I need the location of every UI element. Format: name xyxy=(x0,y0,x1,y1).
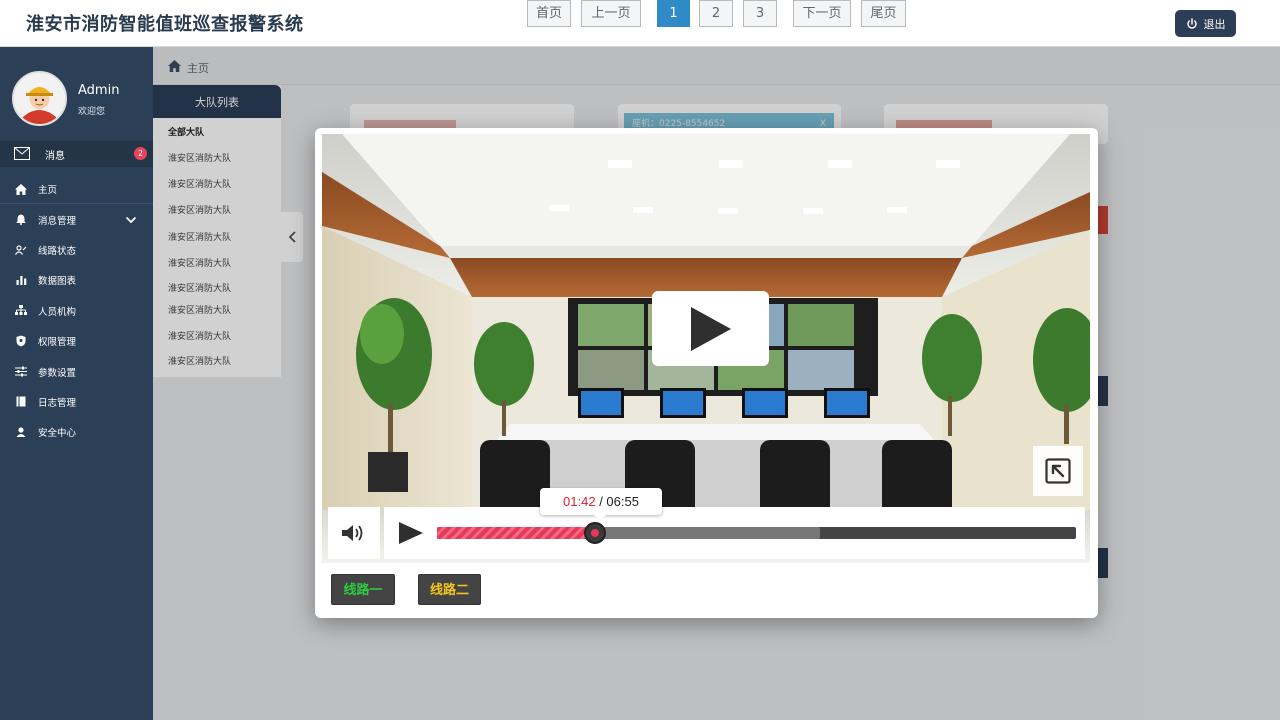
logout-button[interactable]: 退出 xyxy=(1175,10,1236,37)
sidebar-item-message-management[interactable]: 消息管理 xyxy=(0,204,153,234)
sidebar-item-label: 线路状态 xyxy=(38,245,77,257)
current-time: 01:42 xyxy=(563,494,596,509)
messages-count-badge: 2 xyxy=(134,147,147,160)
power-icon xyxy=(1186,17,1197,29)
play-icon xyxy=(690,306,731,351)
sidebar-item-label: 人员机构 xyxy=(38,306,77,318)
user-icon xyxy=(15,426,27,438)
time-separator: / xyxy=(595,494,607,509)
org-icon xyxy=(15,305,27,317)
sidebar-item-label: 参数设置 xyxy=(38,367,77,379)
video-frame[interactable]: 01:42 / 06:55 xyxy=(322,134,1090,563)
chevron-down-icon xyxy=(125,216,137,223)
sidebar-item-label: 日志管理 xyxy=(38,397,77,409)
sidebar-item-label: 安全中心 xyxy=(38,428,77,440)
sidebar-item-parameters[interactable]: 参数设置 xyxy=(0,356,153,386)
messages-item[interactable]: 消息 2 xyxy=(0,141,153,167)
logout-label: 退出 xyxy=(1203,17,1226,31)
next-page-button[interactable]: 下一页 xyxy=(793,0,851,27)
sidebar-item-home[interactable]: 主页 xyxy=(0,174,153,205)
bell-icon xyxy=(15,214,27,226)
big-play-button[interactable] xyxy=(652,291,769,366)
sidebar-item-logs[interactable]: 日志管理 xyxy=(0,387,153,417)
page-button[interactable]: 3 xyxy=(743,0,777,27)
sidebar-item-personnel[interactable]: 人员机构 xyxy=(0,296,153,326)
sliders-icon xyxy=(15,366,27,378)
line-two-button[interactable]: 线路二 xyxy=(418,574,481,605)
last-page-button[interactable]: 尾页 xyxy=(861,0,906,27)
sidebar-item-security[interactable]: 安全中心 xyxy=(0,417,153,447)
total-time: 06:55 xyxy=(606,494,639,509)
volume-button[interactable] xyxy=(328,507,380,559)
sidebar-item-label: 权限管理 xyxy=(38,337,77,349)
video-player-modal: 01:42 / 06:55 线路一 线路二 xyxy=(315,128,1098,618)
log-icon xyxy=(15,396,27,408)
sidebar-menu: 主页 消息管理 线路状态 数据图表 人员机构 权限管理 参数设置 日志管理 安全… xyxy=(0,174,153,448)
progress-track[interactable] xyxy=(437,522,1076,544)
user-name: Admin xyxy=(78,83,120,98)
bar-chart-icon xyxy=(15,274,27,286)
prev-page-button[interactable]: 上一页 xyxy=(581,0,641,27)
sidebar-item-permissions[interactable]: 权限管理 xyxy=(0,326,153,356)
sidebar-item-line-status[interactable]: 线路状态 xyxy=(0,235,153,265)
line-one-button[interactable]: 线路一 xyxy=(331,574,395,605)
shield-icon xyxy=(15,335,27,347)
sidebar-item-data-charts[interactable]: 数据图表 xyxy=(0,265,153,295)
play-pause-button[interactable] xyxy=(398,521,424,545)
sidebar-item-label: 主页 xyxy=(38,185,58,197)
page-button[interactable]: 1 xyxy=(657,0,690,27)
avatar[interactable] xyxy=(12,71,67,126)
progress-scrubber-handle[interactable] xyxy=(583,522,606,544)
page-button[interactable]: 2 xyxy=(699,0,733,27)
played-bar xyxy=(437,527,595,539)
exit-fullscreen-button[interactable] xyxy=(1033,446,1083,496)
sidebar-item-label: 数据图表 xyxy=(38,276,77,288)
sidebar: Admin 欢迎您 消息 2 主页 消息管理 线路状态 数据图表 人员机构 权限… xyxy=(0,47,153,720)
time-tooltip: 01:42 / 06:55 xyxy=(540,488,662,521)
messages-label: 消息 xyxy=(45,151,65,162)
welcome-text: 欢迎您 xyxy=(78,107,106,117)
first-page-button[interactable]: 首页 xyxy=(527,0,571,27)
firefighter-avatar-icon xyxy=(14,73,65,124)
envelope-icon xyxy=(14,147,30,160)
user-profile: Admin 欢迎您 xyxy=(12,71,152,127)
scrubber-dot xyxy=(590,529,599,537)
playback-controls xyxy=(384,507,1085,559)
sidebar-item-label: 消息管理 xyxy=(38,215,77,227)
minimize-arrow-icon xyxy=(1045,458,1071,484)
home-icon xyxy=(15,183,27,195)
volume-icon xyxy=(342,525,363,541)
route-icon xyxy=(15,244,27,256)
app-title: 淮安市消防智能值班巡查报警系统 xyxy=(26,14,304,35)
